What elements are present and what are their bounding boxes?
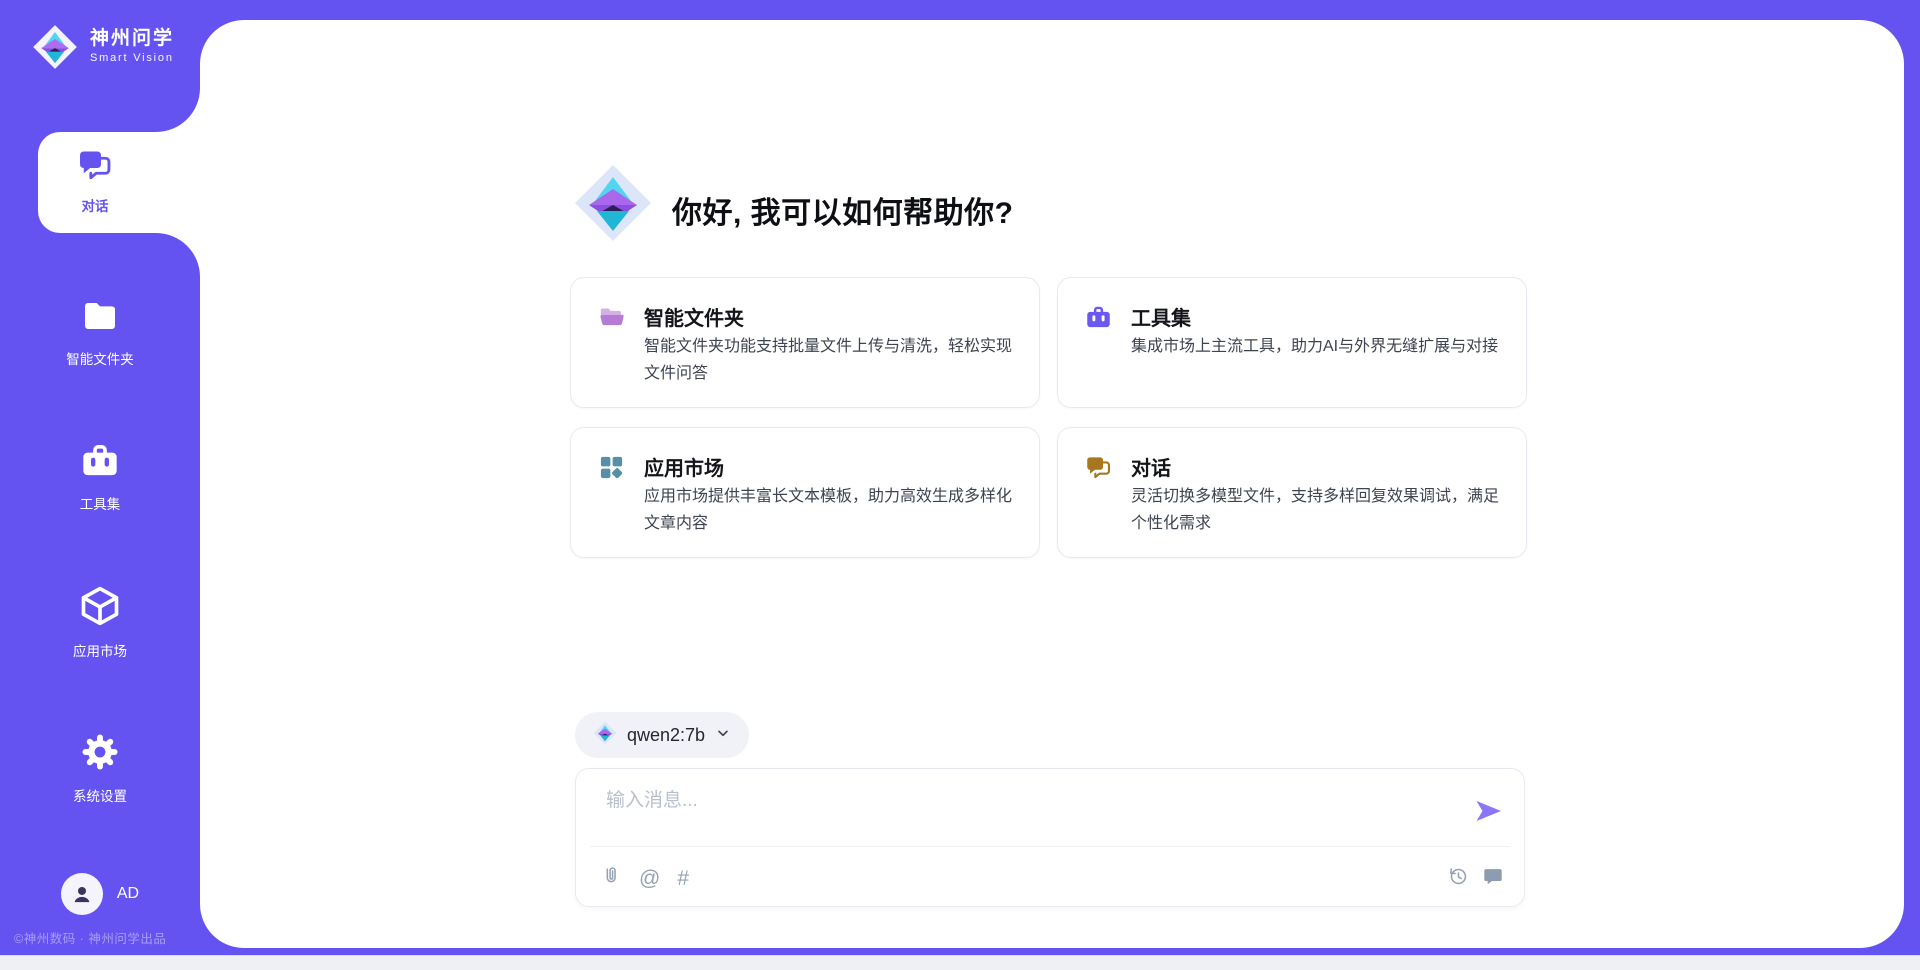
chevron-down-icon [715,725,731,746]
card-smart-folder[interactable]: 智能文件夹 智能文件夹功能支持批量文件上传与清洗，轻松实现文件问答 [570,277,1040,408]
app-root: 神州问学 Smart Vision 对话 [0,0,1920,970]
chat-icon [1085,454,1112,481]
cube-icon [78,584,122,633]
send-icon[interactable] [1476,799,1502,823]
greeting-title: 你好, 我可以如何帮助你? [672,188,1014,232]
sidebar-item-chat[interactable]: 对话 [38,132,200,233]
sidebar-item-label: 对话 [82,195,109,215]
feature-cards: 智能文件夹 智能文件夹功能支持批量文件上传与清洗，轻松实现文件问答 工具集 集成… [570,277,1527,558]
sidebar-item-label: 智能文件夹 [66,348,134,368]
briefcase-icon [1085,304,1112,331]
copyright-footer: ©神州数码 · 神州问学出品 [14,928,166,947]
model-diamond-icon [593,721,617,750]
sidebar: 神州问学 Smart Vision 对话 [0,0,200,955]
attach-icon[interactable] [600,865,622,892]
chat-icon [77,147,113,188]
gear-icon [79,731,121,778]
window-bottom-strip [0,955,1920,970]
model-name: qwen2:7b [627,725,705,746]
card-description: 灵活切换多模型文件，支持多样回复效果调试，满足个性化需求 [1131,483,1504,537]
brand-name: 神州问学 [90,28,174,50]
main-panel: 你好, 我可以如何帮助你? 智能文件夹 智能文件夹功能支持批量文件上传与清洗，轻… [200,20,1904,948]
card-title: 智能文件夹 [644,302,744,331]
card-description: 智能文件夹功能支持批量文件上传与清洗，轻松实现文件问答 [644,333,1017,387]
user-name: AD [117,885,139,903]
history-icon[interactable] [1447,865,1469,892]
message-input[interactable] [604,783,1428,839]
sidebar-item-label: 系统设置 [73,785,127,805]
feedback-bubble-icon[interactable] [1482,865,1504,892]
message-composer: @ # [575,768,1525,907]
card-chat[interactable]: 对话 灵活切换多模型文件，支持多样回复效果调试，满足个性化需求 [1057,427,1527,558]
model-selector[interactable]: qwen2:7b [575,712,749,758]
briefcase-icon [80,441,120,486]
card-description: 应用市场提供丰富长文本模板，助力高效生成多样化文章内容 [644,483,1017,537]
hero-diamond-icon [573,163,653,243]
sidebar-item-label: 应用市场 [73,640,127,660]
sidebar-item-app-market[interactable]: 应用市场 [0,584,200,660]
card-description: 集成市场上主流工具，助力AI与外界无缝扩展与对接 [1131,333,1504,360]
brand-subtitle: Smart Vision [90,52,174,64]
tab-notch-bottom [156,233,200,277]
brand: 神州问学 Smart Vision [32,24,174,75]
brand-diamond-icon [32,24,78,75]
folder-icon [80,296,120,341]
mention-icon[interactable]: @ [639,868,660,890]
sidebar-item-label: 工具集 [80,493,121,513]
card-title: 对话 [1131,452,1171,481]
card-app-market[interactable]: 应用市场 应用市场提供丰富长文本模板，助力高效生成多样化文章内容 [570,427,1040,558]
avatar [61,873,103,915]
tab-notch-top [156,88,200,132]
card-title: 工具集 [1131,302,1191,331]
grid-icon [598,454,625,481]
card-title: 应用市场 [644,452,724,481]
sidebar-item-settings[interactable]: 系统设置 [0,731,200,805]
sidebar-item-toolset[interactable]: 工具集 [0,441,200,513]
sidebar-item-smart-folder[interactable]: 智能文件夹 [0,296,200,368]
card-toolset[interactable]: 工具集 集成市场上主流工具，助力AI与外界无缝扩展与对接 [1057,277,1527,408]
hash-icon[interactable]: # [677,868,689,890]
user-profile[interactable]: AD [0,873,200,915]
composer-divider [590,846,1510,847]
open-folder-icon [598,304,625,331]
